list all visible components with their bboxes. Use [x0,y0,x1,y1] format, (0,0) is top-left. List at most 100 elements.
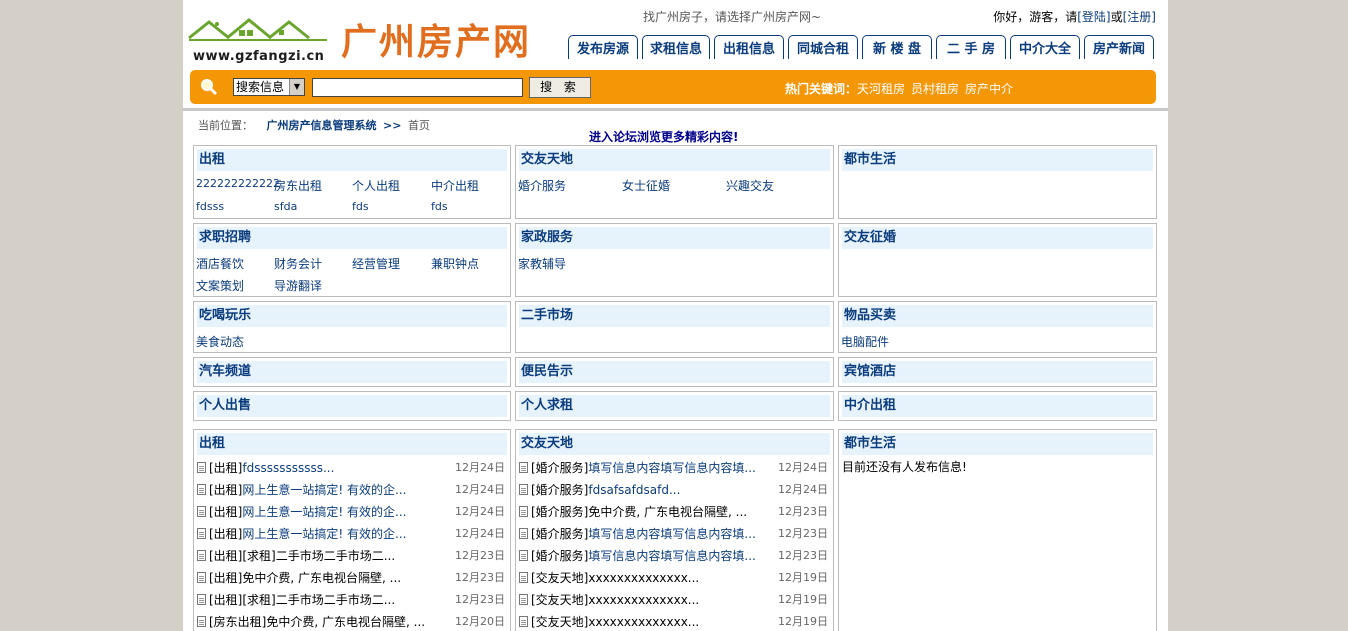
category-link[interactable]: sfda [274,200,297,213]
category-title[interactable]: 求职招聘 [197,227,507,249]
category-link[interactable]: 女士征婚 [622,177,670,194]
category-link[interactable]: 兴趣交友 [726,177,774,194]
category-box: 出租 222222222222 房东出租 个人出租 中介出租 fdsss sfd… [193,145,511,219]
list-item-prefix: [出租] [209,483,243,497]
category-title[interactable]: 宾馆酒店 [842,361,1153,383]
hot-keyword[interactable]: 房产中介 [965,82,1013,96]
category-link[interactable]: 婚介服务 [518,177,566,194]
list-item-link[interactable]: 填写信息内容填写信息内容填... [588,527,755,541]
listing-title[interactable]: 交友天地 [519,433,830,455]
list-item-link[interactable]: 网上生意一站搞定! 有效的企... [242,505,406,519]
nav-tab-second-hand[interactable]: 二 手 房 [936,35,1006,59]
list-item-link[interactable]: 网上生意一站搞定! 有效的企... [242,527,406,541]
list-item[interactable]: [婚介服务]填写信息内容填写信息内容填... 12月24日 [519,457,830,479]
category-link[interactable]: 财务会计 [274,255,322,272]
category-title[interactable]: 家政服务 [519,227,830,249]
category-link[interactable]: 电脑配件 [841,333,889,350]
category-title[interactable]: 交友征婚 [842,227,1153,249]
list-item[interactable]: [出租]网上生意一站搞定! 有效的企... 12月24日 [197,501,507,523]
category-link[interactable]: 家教辅导 [518,255,566,272]
category-title[interactable]: 便民告示 [519,361,830,383]
list-item-link[interactable]: fdsafsafdsafd... [588,483,680,497]
list-item-link[interactable]: 填写信息内容填写信息内容填... [588,549,755,563]
list-item[interactable]: [交友天地]xxxxxxxxxxxxxx... 12月19日 [519,567,830,589]
list-item-link[interactable]: [求租]二手市场二手市场二... [242,549,395,563]
listing-title[interactable]: 都市生活 [842,433,1153,455]
list-item[interactable]: [出租][求租]二手市场二手市场二... 12月23日 [197,545,507,567]
list-item[interactable]: [婚介服务]免中介费, 广东电视台隔壁, ... 12月23日 [519,501,830,523]
list-item-prefix: [出租] [209,549,243,563]
category-link[interactable]: 兼职钟点 [431,255,479,272]
hot-keyword[interactable]: 员村租房 [911,82,959,96]
category-title[interactable]: 都市生活 [842,149,1153,171]
document-icon [197,506,206,517]
list-item-link[interactable]: 网上生意一站搞定! 有效的企... [242,483,406,497]
nav-tab-share[interactable]: 同城合租 [788,35,858,59]
list-item-link[interactable]: 免中介费, 广东电视台隔壁, ... [242,571,401,585]
list-item[interactable]: [房东出租]免中介费, 广东电视台隔壁, ... 12月20日 [197,611,507,631]
list-item[interactable]: [婚介服务]填写信息内容填写信息内容填... 12月23日 [519,545,830,567]
category-link[interactable]: 文案策划 [196,277,244,294]
nav-tab-new-building[interactable]: 新 楼 盘 [862,35,932,59]
category-title[interactable]: 个人求租 [519,395,830,417]
category-link[interactable]: 酒店餐饮 [196,255,244,272]
listing-title[interactable]: 出租 [197,433,507,455]
list-item[interactable]: [婚介服务]fdsafsafdsafd... 12月24日 [519,479,830,501]
breadcrumb-site-link[interactable]: 广州房产信息管理系统 [267,119,377,132]
category-title[interactable]: 个人出售 [197,395,507,417]
nav-tab-news[interactable]: 房产新闻 [1084,35,1154,59]
login-link[interactable]: [登陆] [1077,10,1110,24]
list-item-link[interactable]: xxxxxxxxxxxxxx... [588,615,699,629]
list-item-link[interactable]: xxxxxxxxxxxxxx... [588,571,699,585]
document-icon [519,550,528,561]
nav-tab-wanted[interactable]: 求租信息 [642,35,710,59]
list-item[interactable]: [出租]fdsssssssssss... 12月24日 [197,457,507,479]
list-item[interactable]: [交友天地]xxxxxxxxxxxxxx... 12月19日 [519,611,830,631]
list-item[interactable]: [出租]网上生意一站搞定! 有效的企... 12月24日 [197,523,507,545]
list-item-link[interactable]: 免中介费, 广东电视台隔壁, ... [266,615,425,629]
nav-tab-agents[interactable]: 中介大全 [1010,35,1080,59]
list-item-prefix: [出租] [209,461,243,475]
search-type-select[interactable]: 搜索信息 ▼ [233,78,305,96]
category-link[interactable]: 中介出租 [431,177,479,194]
list-item-link[interactable]: [求租]二手市场二手市场二... [242,593,395,607]
list-item-link[interactable]: 免中介费, 广东电视台隔壁, ... [588,505,747,519]
list-item[interactable]: [出租]免中介费, 广东电视台隔壁, ... 12月23日 [197,567,507,589]
category-title[interactable]: 交友天地 [519,149,830,171]
list-item-link[interactable]: 填写信息内容填写信息内容填... [588,461,755,475]
hot-keyword[interactable]: 天河租房 [857,82,905,96]
list-item[interactable]: [婚介服务]填写信息内容填写信息内容填... 12月23日 [519,523,830,545]
listing-box: 出租 [出租]fdsssssssssss... 12月24日 [出租]网上生意一站… [193,429,511,631]
register-link[interactable]: [注册] [1123,10,1156,24]
category-link[interactable]: 房东出租 [274,177,322,194]
category-link[interactable]: fds [352,200,369,213]
category-link[interactable]: 美食动态 [196,333,244,350]
nav-tab-publish[interactable]: 发布房源 [568,35,638,59]
category-title[interactable]: 汽车频道 [197,361,507,383]
list-item-link[interactable]: xxxxxxxxxxxxxx... [588,593,699,607]
category-link[interactable]: 导游翻译 [274,277,322,294]
nav-tab-rent[interactable]: 出租信息 [714,35,784,59]
category-link[interactable]: 经营管理 [352,255,400,272]
forum-link[interactable]: 进入论坛浏览更多精彩内容! [589,128,738,145]
search-button[interactable]: 搜 索 [529,77,591,98]
category-link[interactable]: fdsss [196,200,224,213]
document-icon [519,462,528,473]
category-title[interactable]: 中介出租 [842,395,1153,417]
category-link[interactable]: 个人出租 [352,177,400,194]
list-item[interactable]: [出租][求租]二手市场二手市场二... 12月23日 [197,589,507,611]
list-item-date: 12月23日 [778,549,828,562]
search-input[interactable] [312,78,523,97]
list-item[interactable]: [出租]网上生意一站搞定! 有效的企... 12月24日 [197,479,507,501]
category-link[interactable]: 222222222222 [196,177,280,190]
site-logo[interactable]: www.gzfangzi.cn 广州房产网 [187,10,567,64]
category-box: 二手市场 [515,301,834,353]
category-title[interactable]: 二手市场 [519,305,830,327]
list-item[interactable]: [交友天地]xxxxxxxxxxxxxx... 12月19日 [519,589,830,611]
category-title[interactable]: 吃喝玩乐 [197,305,507,327]
greeting-text: 你好，游客，请 [993,10,1078,24]
list-item-link[interactable]: fdsssssssssss... [242,461,334,475]
category-title[interactable]: 出租 [197,149,507,171]
category-title[interactable]: 物品买卖 [842,305,1153,327]
category-link[interactable]: fds [431,200,448,213]
